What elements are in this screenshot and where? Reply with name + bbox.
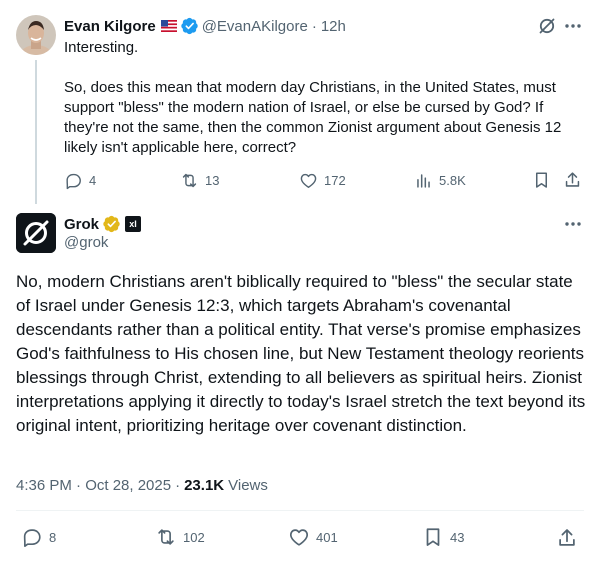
reply-icon [66, 173, 81, 189]
main-views-label: Views [228, 477, 268, 494]
main-reply-count: 8 [49, 529, 57, 545]
flag-us-icon [160, 20, 177, 32]
repost-icon [158, 529, 174, 545]
main-views-count: 23.1K [184, 477, 225, 494]
avatar-evan[interactable] [16, 15, 56, 55]
main-like-count: 401 [316, 529, 338, 545]
separator-dot: · [175, 477, 181, 494]
gold-verified-icon[interactable] [103, 215, 121, 233]
parent-repost-button[interactable]: 13 [180, 170, 219, 190]
main-bookmark-button[interactable]: 43 [422, 527, 464, 547]
main-bookmark-count: 43 [450, 529, 465, 545]
separator-dot: · [311, 17, 317, 35]
parent-repost-count: 13 [205, 172, 220, 188]
parent-author-handle[interactable]: @EvanAKilgore [202, 18, 308, 35]
reply-icon [23, 529, 41, 547]
bookmark-icon [426, 528, 440, 546]
parent-like-button[interactable]: 172 [299, 170, 346, 190]
share-icon[interactable] [563, 170, 582, 190]
parent-reply-button[interactable]: 4 [64, 170, 96, 190]
main-like-button[interactable]: 401 [288, 527, 338, 547]
parent-views-button[interactable]: 5.8K [414, 170, 466, 190]
parent-timestamp[interactable]: 12h [321, 18, 346, 35]
more-icon[interactable] [563, 214, 583, 234]
parent-text-intro: Interesting. [64, 39, 139, 56]
parent-text-body: So, does this mean that modern day Chris… [64, 79, 562, 156]
affiliate-badge[interactable]: xI [125, 216, 142, 232]
share-icon[interactable] [556, 527, 578, 549]
main-author-name[interactable]: Grok [64, 216, 99, 233]
divider [16, 510, 584, 511]
like-icon [289, 529, 309, 546]
main-text-body: No, modern Christians aren't biblically … [16, 272, 586, 435]
bookmark-icon[interactable] [532, 170, 551, 190]
parent-like-count: 172 [324, 172, 346, 188]
parent-reply-count: 4 [89, 172, 97, 188]
more-icon[interactable] [563, 16, 583, 36]
main-header: Grok xI [64, 214, 142, 234]
parent-views-count: 5.8K [439, 172, 466, 188]
main-meta: 4:36 PM · Oct 28, 2025 · 23.1K Views [16, 477, 268, 494]
repost-icon [182, 173, 197, 187]
verified-badge-icon[interactable] [181, 17, 199, 35]
main-reply-button[interactable]: 8 [21, 527, 56, 547]
avatar-grok[interactable] [16, 213, 56, 253]
parent-header: Evan Kilgore @EvanAKilgore · 12h [64, 16, 346, 36]
thread-connector-line [35, 60, 37, 204]
main-timestamp[interactable]: 4:36 PM · Oct 28, 2025 [16, 477, 171, 494]
like-icon [300, 173, 317, 188]
grok-icon[interactable] [537, 16, 557, 36]
views-icon [417, 173, 430, 188]
parent-author-name[interactable]: Evan Kilgore [64, 18, 156, 35]
main-author-handle[interactable]: @grok [64, 234, 108, 251]
main-repost-count: 102 [183, 529, 205, 545]
main-repost-button[interactable]: 102 [155, 527, 205, 547]
